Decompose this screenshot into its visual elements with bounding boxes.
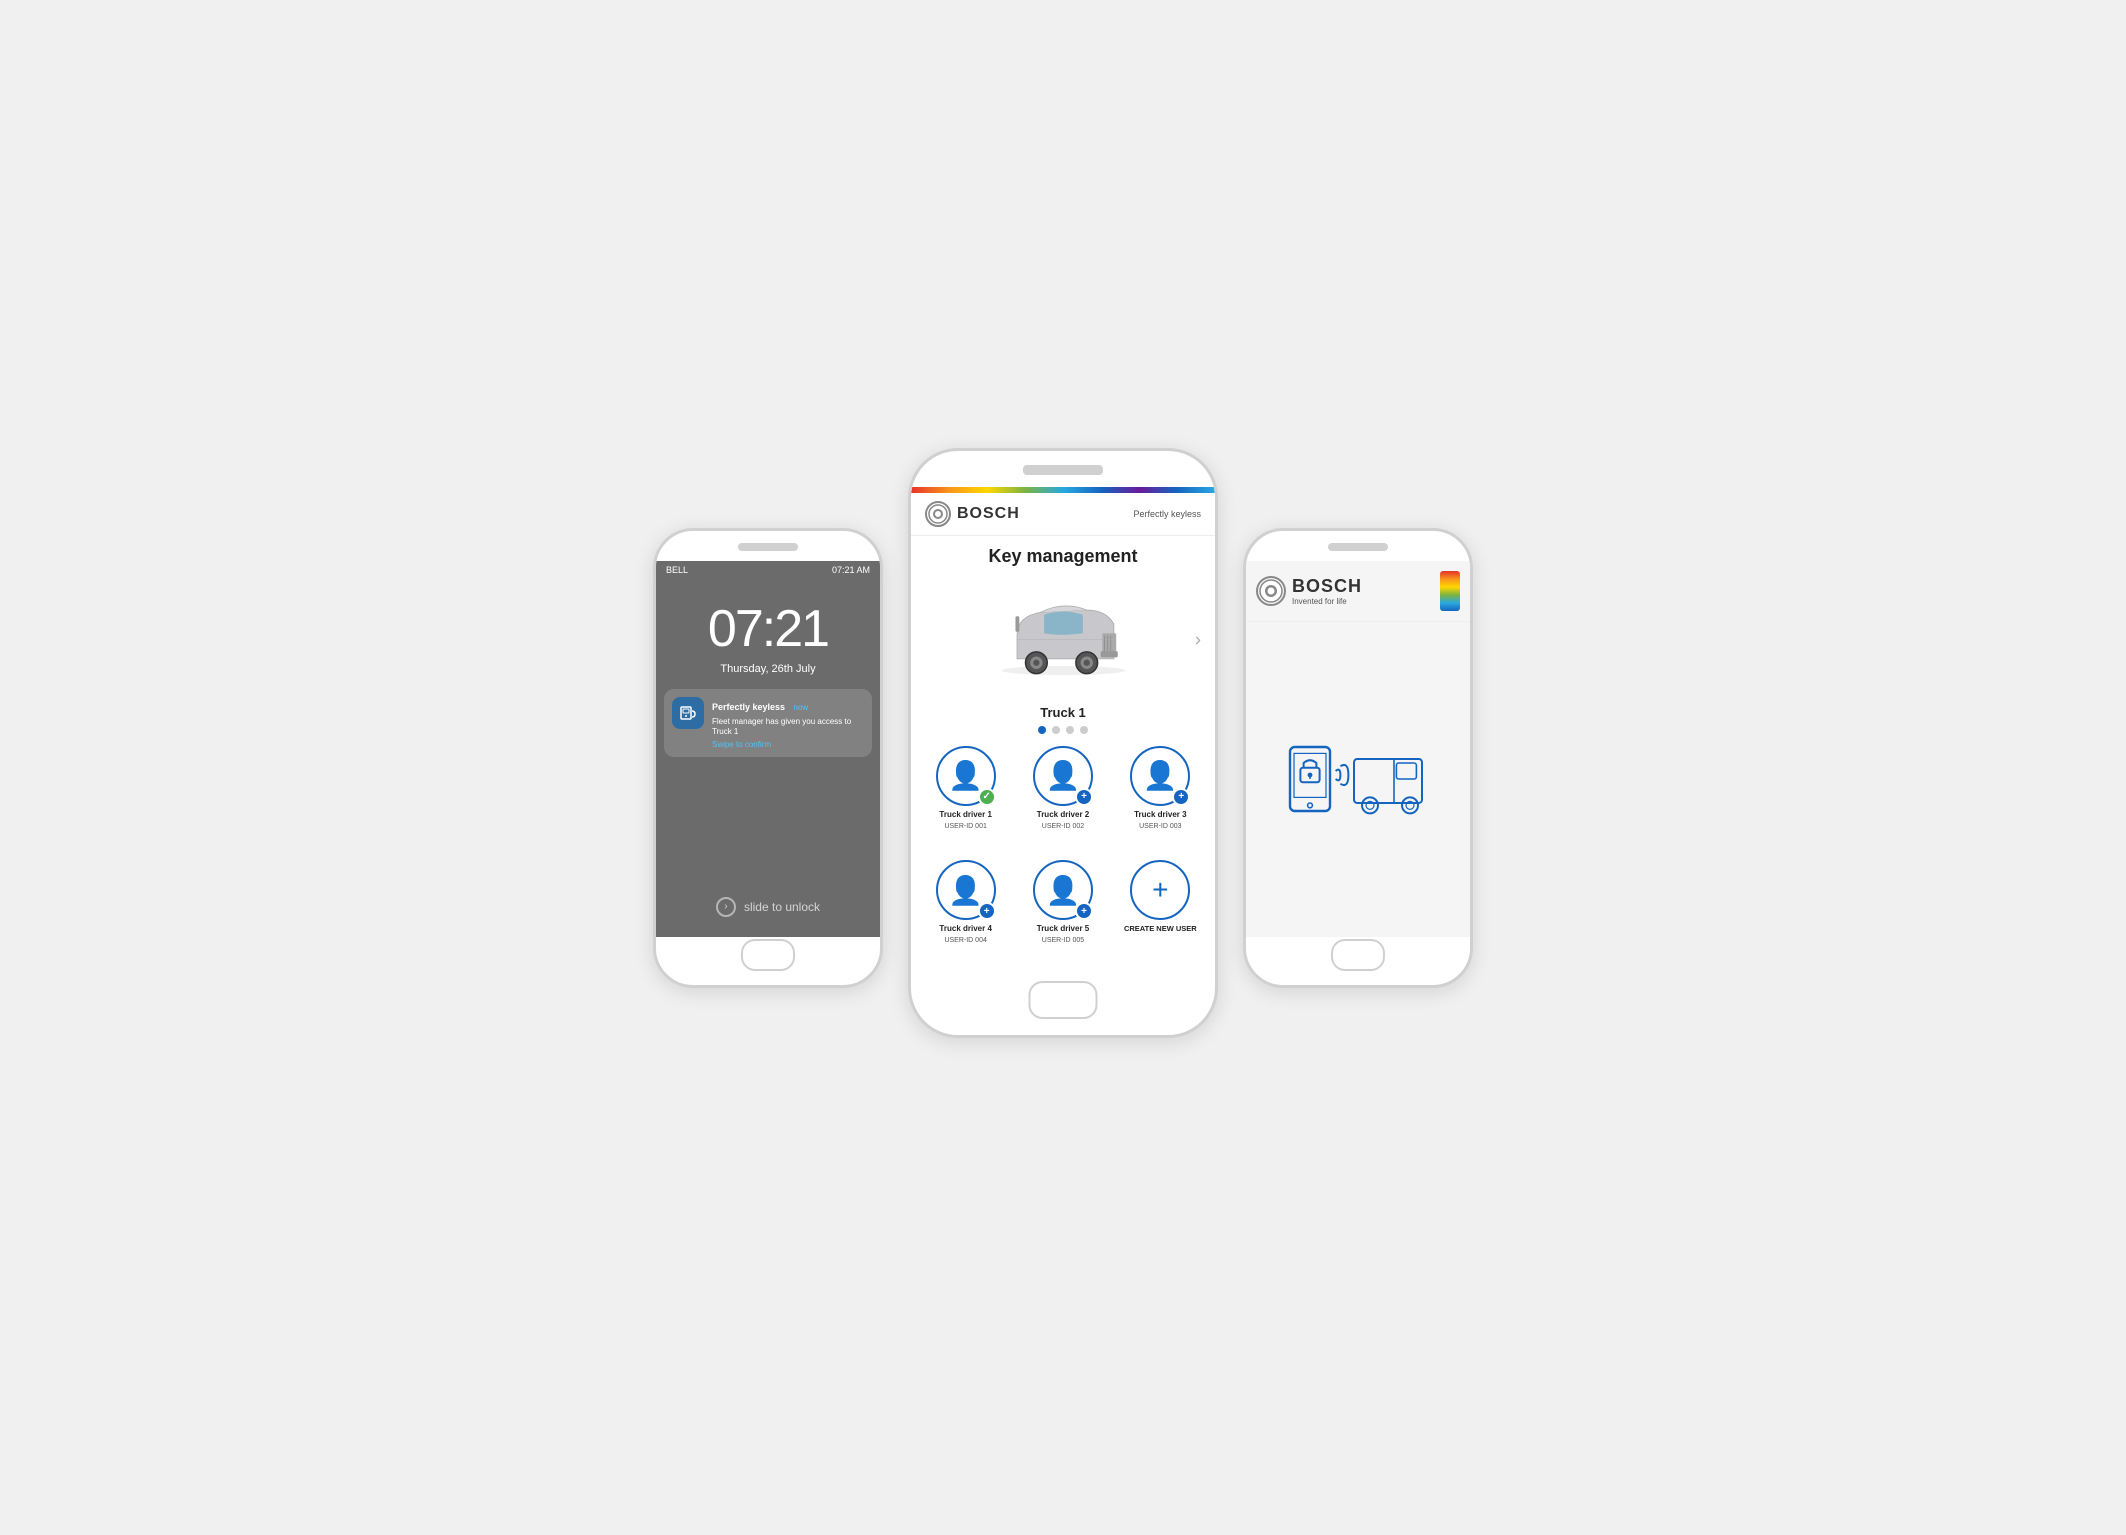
drivers-grid: 👤 ✓ Truck driver 1 USER-ID 001 👤 (921, 746, 1205, 967)
app-tagline: Perfectly keyless (1133, 509, 1201, 519)
app-screen: BOSCH Perfectly keyless Key management (911, 487, 1215, 977)
driver-avatar-2: 👤 + (1033, 746, 1093, 806)
phone-right: BOSCH Invented for life (1243, 528, 1473, 988)
driver-id-2: USER-ID 002 (1042, 823, 1084, 830)
keyless-illustration (1278, 729, 1438, 829)
right-logo-circle (1256, 576, 1286, 606)
person-icon-2: 👤 (1046, 759, 1081, 792)
app-header: BOSCH Perfectly keyless (911, 493, 1215, 536)
truck-name: Truck 1 (921, 705, 1205, 720)
create-circle: + (1130, 860, 1190, 920)
slide-unlock-label: slide to unlock (744, 900, 820, 914)
plus-badge-2: + (1075, 788, 1093, 806)
lock-date: Thursday, 26th July (656, 663, 880, 675)
notification-card: Perfectly keyless now Fleet manager has … (664, 689, 872, 758)
dot-1 (1038, 726, 1046, 734)
app-content: Key management (911, 536, 1215, 977)
right-bosch-name: BOSCH (1292, 576, 1362, 597)
lock-screen: BELL 07:21 AM 07:21 Thursday, 26th July (656, 561, 880, 937)
driver-item-4[interactable]: 👤 + Truck driver 4 USER-ID 004 (921, 860, 1010, 967)
driver-item-2[interactable]: 👤 + Truck driver 2 USER-ID 002 (1018, 746, 1107, 853)
right-bosch-logo: BOSCH Invented for life (1256, 576, 1362, 606)
notif-time: now (794, 703, 809, 712)
create-new-user[interactable]: + CREATE NEW USER (1116, 860, 1205, 967)
right-brand-text: BOSCH Invented for life (1292, 576, 1362, 606)
plus-badge-4: + (978, 902, 996, 920)
driver-id-3: USER-ID 003 (1139, 823, 1181, 830)
driver-avatar-4: 👤 + (936, 860, 996, 920)
right-tagline: Invented for life (1292, 597, 1362, 606)
scene: BELL 07:21 AM 07:21 Thursday, 26th July (613, 418, 1513, 1118)
driver-avatar-3: 👤 + (1130, 746, 1190, 806)
notif-body-wrap: Perfectly keyless now Fleet manager has … (712, 697, 864, 750)
create-label: CREATE NEW USER (1124, 924, 1197, 933)
driver-avatar-1: 👤 ✓ (936, 746, 996, 806)
driver-item-3[interactable]: 👤 + Truck driver 3 USER-ID 003 (1116, 746, 1205, 853)
page-title: Key management (921, 546, 1205, 567)
driver-name-5: Truck driver 5 (1037, 924, 1089, 933)
plus-badge-5: + (1075, 902, 1093, 920)
status-time: 07:21 AM (832, 565, 870, 575)
driver-id-5: USER-ID 005 (1042, 937, 1084, 944)
notif-action[interactable]: Swipe to confirm (712, 740, 864, 749)
driver-name-1: Truck driver 1 (939, 810, 991, 819)
bosch-logo-circle (925, 501, 951, 527)
carrier-label: BELL (666, 565, 688, 575)
phone-center: BOSCH Perfectly keyless Key management (908, 448, 1218, 1038)
person-icon-4: 👤 (948, 874, 983, 907)
right-header: BOSCH Invented for life (1246, 561, 1470, 622)
person-icon-5: 👤 (1046, 874, 1081, 907)
driver-name-2: Truck driver 2 (1037, 810, 1089, 819)
carousel-dots (921, 726, 1205, 734)
truck-carousel[interactable]: › (921, 575, 1205, 705)
right-content (1246, 622, 1470, 937)
truck-image (983, 585, 1143, 695)
status-bar: BELL 07:21 AM (656, 561, 880, 579)
person-icon-1: 👤 (948, 759, 983, 792)
driver-id-1: USER-ID 001 (944, 823, 986, 830)
slide-arrow-icon: › (716, 897, 736, 917)
right-screen: BOSCH Invented for life (1246, 561, 1470, 937)
person-icon-3: 👤 (1143, 759, 1178, 792)
carousel-next[interactable]: › (1195, 629, 1201, 650)
dot-3 (1066, 726, 1074, 734)
bosch-color-bar (1440, 571, 1460, 611)
bosch-name: BOSCH (957, 505, 1020, 523)
dot-4 (1080, 726, 1088, 734)
phone-left: BELL 07:21 AM 07:21 Thursday, 26th July (653, 528, 883, 988)
dot-2 (1052, 726, 1060, 734)
slide-unlock-bar[interactable]: › slide to unlock (656, 897, 880, 917)
notif-message: Fleet manager has given you access to Tr… (712, 717, 864, 738)
driver-name-4: Truck driver 4 (939, 924, 991, 933)
driver-item-1[interactable]: 👤 ✓ Truck driver 1 USER-ID 001 (921, 746, 1010, 853)
create-plus-icon: + (1152, 874, 1168, 906)
driver-id-4: USER-ID 004 (944, 937, 986, 944)
bosch-logo: BOSCH (925, 501, 1020, 527)
driver-item-5[interactable]: 👤 + Truck driver 5 USER-ID 005 (1018, 860, 1107, 967)
check-badge-1: ✓ (978, 788, 996, 806)
driver-name-3: Truck driver 3 (1134, 810, 1186, 819)
driver-avatar-5: 👤 + (1033, 860, 1093, 920)
notif-title: Perfectly keyless (712, 702, 785, 712)
plus-badge-3: + (1172, 788, 1190, 806)
notif-header: Perfectly keyless now (712, 697, 864, 715)
lock-time: 07:21 (656, 599, 880, 659)
notif-app-icon (672, 697, 704, 729)
